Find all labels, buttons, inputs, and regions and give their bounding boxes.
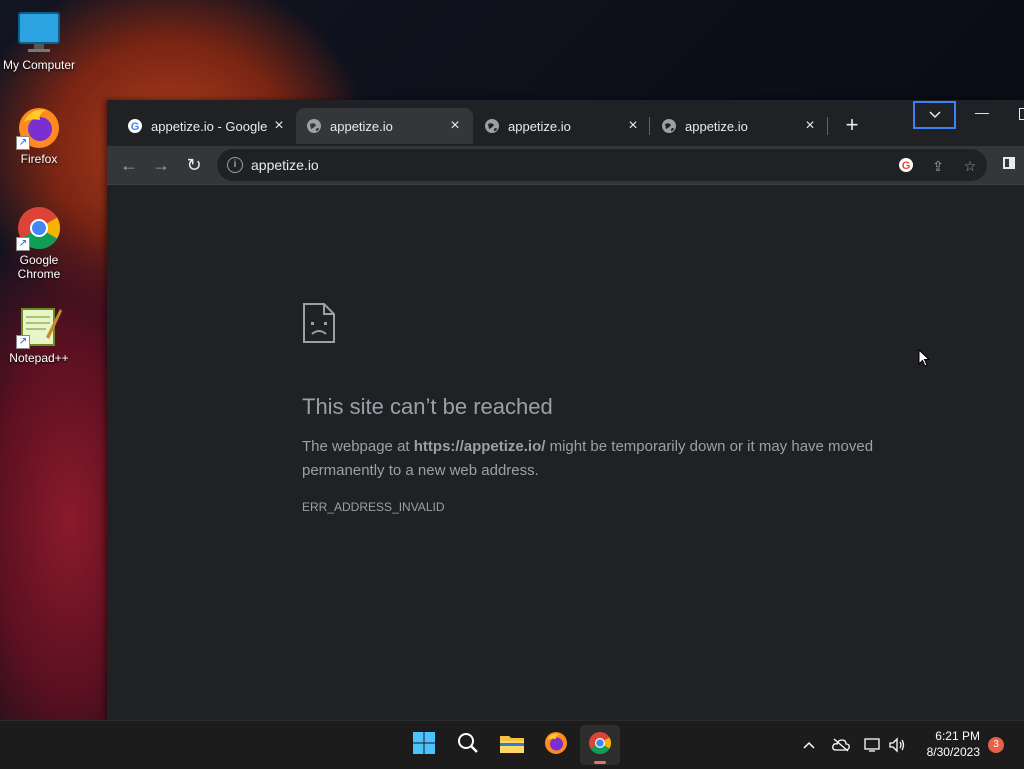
tab-title: appetize.io [330, 118, 393, 134]
arrow-left-icon: ← [120, 155, 138, 175]
globe-icon [484, 118, 500, 134]
tab-separator [827, 117, 828, 135]
chrome-icon: ↗ [16, 205, 62, 251]
info-icon[interactable]: i [227, 157, 243, 173]
address-bar[interactable]: i appetize.io G ⇪ ☆ [217, 149, 987, 181]
clock-time: 6:21 PM [935, 729, 980, 743]
tab-title: appetize.io [685, 118, 748, 134]
desktop-icon-my-computer[interactable]: My Computer [0, 10, 78, 72]
desktop-icon-label: Google Chrome [17, 253, 61, 281]
search-button[interactable] [448, 725, 488, 765]
svg-text:G: G [902, 160, 911, 172]
taskbar-file-explorer[interactable] [492, 725, 532, 765]
desktop-icon-label: Firefox [20, 152, 58, 166]
maximize-button[interactable] [1019, 108, 1024, 120]
mouse-cursor-icon [918, 348, 931, 367]
windows-logo-icon [412, 731, 436, 760]
error-desc-url: https://appetize.io/ [413, 438, 546, 455]
close-icon[interactable]: × [271, 117, 287, 135]
forward-button[interactable]: → [147, 151, 175, 179]
chevron-down-icon [928, 107, 941, 121]
shortcut-arrow-icon: ↗ [16, 335, 30, 349]
google-lens-icon[interactable]: G [897, 157, 915, 175]
side-panel-icon[interactable] [1003, 157, 1015, 169]
svg-text:G: G [131, 121, 140, 133]
sad-page-icon [302, 302, 335, 343]
volume-icon[interactable] [886, 721, 908, 769]
browser-toolbar: ← → ↻ i appetize.io G ⇪ ☆ [107, 146, 1024, 184]
tab-appetize-3[interactable]: appetize.io × [474, 108, 651, 144]
folder-icon [499, 732, 525, 759]
search-icon [457, 732, 479, 759]
tab-appetize-4[interactable]: appetize.io × [651, 108, 828, 144]
desktop-icon-firefox[interactable]: ↗ Firefox [0, 104, 78, 166]
reload-icon: ↻ [186, 155, 202, 175]
clock-date: 8/30/2023 [926, 745, 980, 759]
tab-separator [649, 117, 650, 135]
taskbar-firefox[interactable] [536, 725, 576, 765]
error-desc-prefix: The webpage at [302, 438, 414, 455]
close-icon[interactable]: × [802, 117, 818, 135]
tab-appetize-google[interactable]: G appetize.io - Google × [117, 108, 297, 144]
monitor-icon [16, 10, 62, 56]
desktop-icon-label: My Computer [2, 58, 76, 72]
shortcut-arrow-icon: ↗ [16, 237, 30, 251]
google-g-icon: G [127, 118, 143, 134]
tab-title: appetize.io - Google [151, 118, 268, 134]
notification-badge[interactable]: 3 [988, 737, 1004, 753]
tab-search-button[interactable] [913, 101, 956, 129]
tab-title: appetize.io [508, 118, 571, 134]
network-icon[interactable] [862, 721, 884, 769]
arrow-right-icon: → [152, 155, 170, 175]
error-description: The webpage at https://appetize.io/ migh… [302, 435, 902, 483]
start-button[interactable] [404, 725, 444, 765]
back-button[interactable]: ← [115, 151, 143, 179]
error-code: ERR_ADDRESS_INVALID [302, 500, 445, 514]
desktop-icon-label: Notepad++ [9, 351, 69, 365]
chrome-icon [588, 731, 612, 760]
firefox-icon: ↗ [16, 104, 62, 150]
desktop-icon-notepad-plus-plus[interactable]: ↗ Notepad++ [0, 303, 78, 365]
close-icon[interactable]: × [447, 117, 463, 135]
error-title: This site can’t be reached [302, 394, 553, 419]
address-url: appetize.io [251, 157, 319, 173]
taskbar: 6:21 PM 8/30/2023 [0, 720, 1024, 769]
tab-strip: G appetize.io - Google × appetize.io × a… [107, 100, 1024, 146]
chevron-up-icon [803, 738, 815, 752]
minimize-button[interactable]: — [972, 104, 992, 124]
chrome-window: G appetize.io - Google × appetize.io × a… [107, 100, 1024, 721]
show-hidden-icons-button[interactable] [798, 721, 820, 769]
taskbar-chrome[interactable] [580, 725, 620, 765]
page-content: This site can’t be reached The webpage a… [107, 184, 1024, 721]
globe-icon [661, 118, 677, 134]
globe-icon [306, 118, 322, 134]
notepad-plus-plus-icon: ↗ [16, 303, 62, 349]
new-tab-button[interactable]: + [838, 112, 866, 140]
reload-button[interactable]: ↻ [180, 151, 208, 179]
desktop-icon-google-chrome[interactable]: ↗ Google Chrome [0, 205, 78, 281]
onedrive-icon[interactable] [830, 721, 852, 769]
shortcut-arrow-icon: ↗ [16, 136, 30, 150]
minimize-icon: — [975, 104, 989, 120]
firefox-icon [544, 731, 568, 760]
taskbar-clock[interactable]: 6:21 PM 8/30/2023 [912, 728, 980, 760]
share-icon[interactable]: ⇪ [929, 157, 947, 175]
close-icon[interactable]: × [625, 117, 641, 135]
star-icon[interactable]: ☆ [961, 157, 979, 175]
tab-appetize-active[interactable]: appetize.io × [296, 108, 473, 144]
